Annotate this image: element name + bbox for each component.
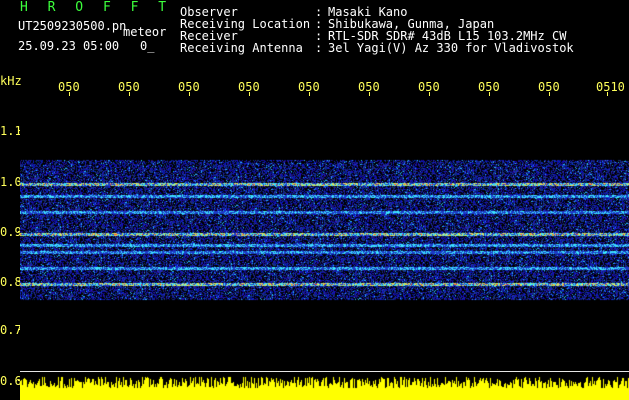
x-tick-mark [129,92,130,96]
x-tick-mark [429,92,430,96]
y-tick-label: 0.8 [0,275,22,289]
y-tick-label: 0.6 [0,374,22,388]
x-tick-mark [69,92,70,96]
colon: : [315,41,323,55]
x-tick-mark [309,92,310,96]
field-value-antenna: 3el Yagi(V) Az 330 for Vladivostok [328,41,574,55]
x-tick-label: 0510 [596,80,625,94]
spectrogram-canvas [20,100,629,400]
y-axis-unit: kHz [0,74,22,88]
y-tick-label: 1.0 [0,175,22,189]
app-title: H R O F F T [20,0,173,15]
x-tick-mark [369,92,370,96]
file-name: UT2509230500.pn [18,19,127,33]
meteor-label: meteor [123,25,167,39]
baseline-line [20,371,629,372]
y-tick-label: 0.9 [0,225,22,239]
y-tick-label: 0.7 [0,323,22,337]
field-label-antenna: Receiving Antenna [180,41,303,55]
datetime: 25.09.23 05:00 [18,39,120,53]
x-tick-mark [549,92,550,96]
x-tick-mark [249,92,250,96]
y-tick-label: 1.1 [0,124,22,138]
x-tick-mark [489,92,490,96]
meteor-count: 0_ [140,39,155,53]
x-tick-mark [189,92,190,96]
x-tick-mark [607,92,608,96]
